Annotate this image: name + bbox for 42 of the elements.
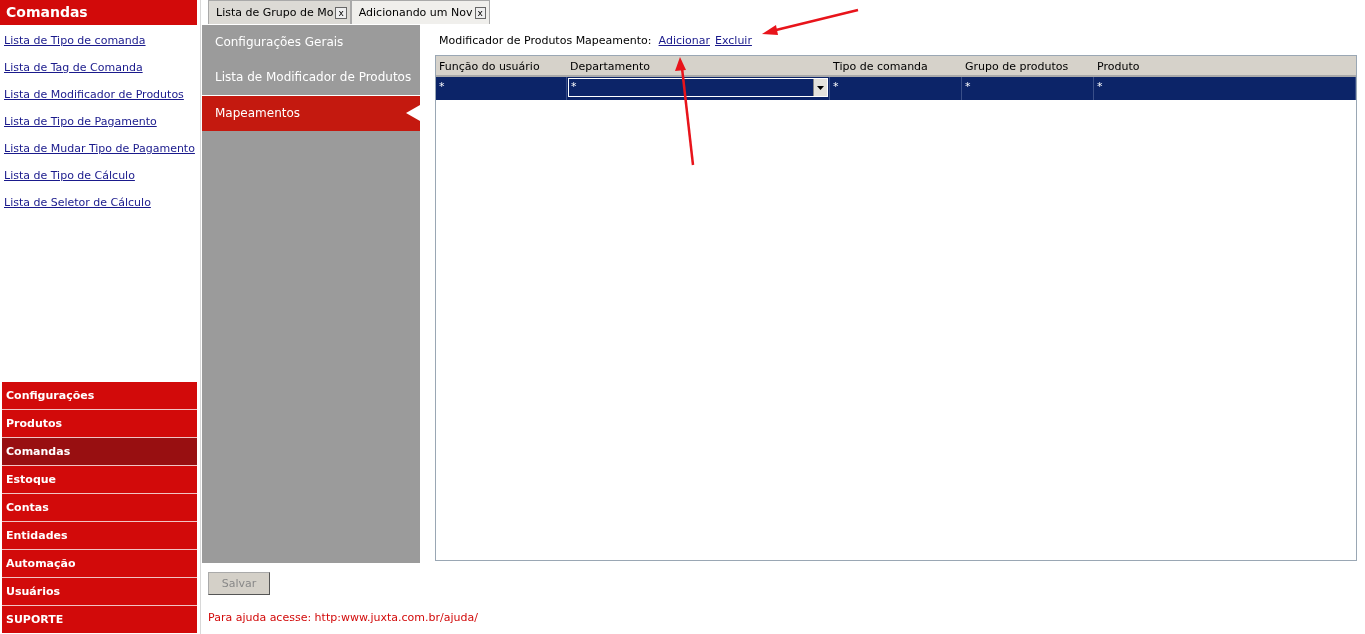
column-header[interactable]: Departamento [567, 56, 830, 78]
section-menu-item[interactable]: Mapeamentos [202, 95, 420, 131]
tab[interactable]: Lista de Grupo de Mo x [208, 0, 351, 24]
dropdown[interactable]: * [568, 78, 828, 97]
sidebar-link[interactable]: Lista de Modificador de Produtos [4, 87, 184, 103]
nav-item[interactable]: Configurações [2, 382, 197, 410]
sidebar-link[interactable]: Lista de Mudar Tipo de Pagamento [4, 141, 195, 157]
selection-pointer-icon [406, 105, 420, 121]
column-header[interactable]: Grupo de produtos [962, 56, 1094, 78]
sidebar-title: Comandas [0, 0, 197, 25]
nav-item[interactable]: Usuários [2, 578, 197, 606]
close-button[interactable]: x [474, 6, 486, 19]
close-button[interactable]: x [335, 6, 347, 19]
help-text: Para ajuda acesse: http:www.juxta.com.br/ajuda/ [208, 611, 479, 624]
tab[interactable]: Adicionando um Nov x [350, 0, 490, 24]
table-cell: * [962, 77, 1094, 100]
nav-item[interactable]: Contas [2, 494, 197, 522]
mapping-label: Modificador de Produtos Mapeamento: [439, 33, 652, 47]
sidebar-link[interactable]: Lista de Tipo de Cálculo [4, 168, 135, 184]
caret-icon [817, 85, 824, 90]
nav-item[interactable]: Entidades [2, 522, 197, 550]
table-row[interactable]: * * * * * [436, 77, 1356, 100]
sidebar-link[interactable]: Lista de Tag de Comanda [4, 60, 143, 76]
nav-item[interactable]: SUPORTE [2, 606, 197, 633]
column-header[interactable]: Função do usuário [436, 56, 567, 78]
dropdown-button[interactable] [813, 79, 827, 96]
nav-item[interactable]: Estoque [2, 466, 197, 494]
nav-item[interactable]: Automação [2, 550, 197, 578]
column-header[interactable]: Produto [1094, 56, 1356, 78]
tab-label[interactable]: Adicionando um Nov [358, 6, 473, 19]
nav-item[interactable]: Produtos [2, 410, 197, 438]
sidebar-link[interactable]: Lista de Tipo de Pagamento [4, 114, 157, 130]
link[interactable]: Adicionar [658, 33, 710, 47]
table-cell: * [436, 77, 567, 100]
table-cell: * [1094, 77, 1356, 100]
link[interactable]: Excluir [715, 33, 752, 47]
tab-label[interactable]: Lista de Grupo de Mo [216, 6, 334, 19]
nav-item[interactable]: Comandas [2, 438, 197, 466]
sidebar-link[interactable]: Lista de Tipo de comanda [4, 33, 146, 49]
table-cell: * [830, 77, 962, 100]
sidebar-link[interactable]: Lista de Seletor de Cálculo [4, 195, 151, 211]
column-header[interactable]: Tipo de comanda [830, 56, 962, 78]
